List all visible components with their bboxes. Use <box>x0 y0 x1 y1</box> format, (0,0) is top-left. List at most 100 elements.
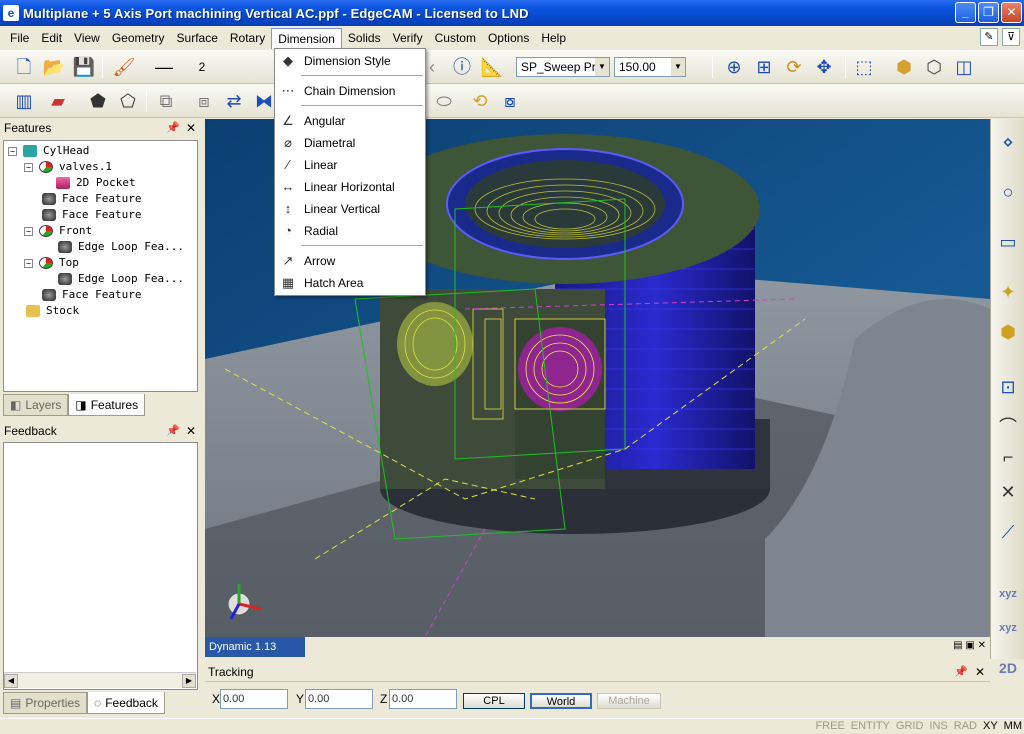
tile-icon[interactable]: ▤ <box>953 640 962 651</box>
tree-item[interactable]: Edge Loop Fea... <box>58 239 184 255</box>
pocket-feature-icon[interactable]: ▰ <box>46 89 70 113</box>
trim-icon[interactable]: ✕ <box>995 479 1021 505</box>
feedback-area[interactable] <box>3 442 198 690</box>
tree-item[interactable]: Face Feature <box>42 191 141 207</box>
menu-edit[interactable]: Edit <box>35 28 68 48</box>
x-coordinate-field[interactable]: 0.00 <box>220 689 288 709</box>
collapse-toggle-icon[interactable]: − <box>24 162 33 172</box>
restore-icon[interactable]: ▣ <box>965 640 974 651</box>
menu-geometry[interactable]: Geometry <box>106 28 171 48</box>
tree-item[interactable]: Face Feature <box>42 207 141 223</box>
color-picker-icon[interactable]: 🖌 <box>112 55 136 79</box>
menu-dimension[interactable]: Dimension <box>271 27 342 49</box>
break-icon[interactable]: ⟋ <box>995 519 1021 545</box>
menu-help[interactable]: Help <box>535 28 572 48</box>
menu-item-chain-dimension[interactable]: ⋯ Chain Dimension <box>276 81 424 101</box>
edge-loop-icon[interactable]: ⬠ <box>116 89 140 113</box>
status-grid[interactable]: GRID <box>896 720 924 732</box>
close-icon[interactable]: ✕ <box>978 640 986 651</box>
menu-item-dimension-style[interactable]: ◆ Dimension Style <box>276 51 424 71</box>
zoom-extents-icon[interactable]: ⊞ <box>752 55 776 79</box>
scroll-right-icon[interactable]: ▶ <box>182 674 196 688</box>
status-ins[interactable]: INS <box>929 720 947 732</box>
close-button[interactable]: ✕ <box>1001 2 1022 23</box>
tab-feedback[interactable]: ◌ Feedback <box>87 692 165 714</box>
wireframe-icon[interactable]: ⬡ <box>922 55 946 79</box>
rotate-view-icon[interactable]: ⟳ <box>782 55 806 79</box>
measure-icon[interactable]: 📐 <box>480 55 504 79</box>
info-icon[interactable]: ⓘ <box>450 55 474 79</box>
zoom-window-icon[interactable]: ⊕ <box>722 55 746 79</box>
point-icon[interactable]: ⋄ <box>995 129 1021 155</box>
chevron-down-icon[interactable]: ▼ <box>595 58 609 76</box>
menu-item-linear[interactable]: ⁄ Linear <box>276 155 424 175</box>
2d-mode-icon[interactable]: 2D <box>995 655 1021 681</box>
menu-item-angular[interactable]: ∠ Angular <box>276 111 424 131</box>
menu-options[interactable]: Options <box>482 28 535 48</box>
open-folder-icon[interactable]: 📂 <box>42 55 66 79</box>
tree-item[interactable]: 2D Pocket <box>56 175 136 191</box>
stock-icon[interactable]: ⧉ <box>154 89 178 113</box>
app-icon[interactable]: e <box>3 5 19 21</box>
mirror-icon[interactable]: ⧓ <box>252 89 276 113</box>
group-icon[interactable]: ⧇ <box>498 89 522 113</box>
tree-item[interactable]: − Front <box>24 223 92 239</box>
save-icon[interactable]: 💾 <box>72 55 96 79</box>
horizontal-scrollbar[interactable]: ◀ ▶ <box>4 672 196 688</box>
snap-point-icon[interactable]: ✦ <box>995 279 1021 305</box>
menu-item-radial[interactable]: ◔ Radial <box>276 221 424 241</box>
status-mm[interactable]: MM <box>1004 720 1022 732</box>
copy-icon[interactable]: ⧈ <box>192 89 216 113</box>
tree-item[interactable]: − valves.1 <box>24 159 112 175</box>
feature-finder-icon[interactable]: ▥ <box>12 89 36 113</box>
new-file-icon[interactable]: 🗋 <box>12 55 36 79</box>
menu-surface[interactable]: Surface <box>171 28 224 48</box>
xyz-coordinate-icon[interactable]: xyz <box>995 581 1021 607</box>
circle-icon[interactable]: ○ <box>995 179 1021 205</box>
tree-item[interactable]: − Top <box>24 255 79 271</box>
close-icon[interactable]: ✕ <box>186 119 196 137</box>
scroll-left-icon[interactable]: ◀ <box>4 674 18 688</box>
menu-verify[interactable]: Verify <box>387 28 429 48</box>
tab-layers[interactable]: ◧ Layers <box>3 394 69 416</box>
stock-palette-icon[interactable]: ⬢ <box>995 319 1021 345</box>
view-cube-icon[interactable]: ⬚ <box>852 55 876 79</box>
menu-rotary[interactable]: Rotary <box>224 28 271 48</box>
transform-icon[interactable]: ⇄ <box>222 89 246 113</box>
z-coordinate-field[interactable]: 0.00 <box>389 689 457 709</box>
menu-custom[interactable]: Custom <box>429 28 482 48</box>
fillet-icon[interactable]: ⌐ <box>995 444 1021 470</box>
operation-combo[interactable]: SP_Sweep Prof ▼ <box>516 57 610 77</box>
erase-icon[interactable]: ⬭ <box>432 89 456 113</box>
pin-icon[interactable]: 📌 <box>166 422 180 440</box>
status-entity[interactable]: ENTITY <box>851 720 890 732</box>
machine-button[interactable]: Machine <box>597 693 661 709</box>
menu-item-linear-vertical[interactable]: ↕ Linear Vertical <box>276 199 424 219</box>
status-rad[interactable]: RAD <box>954 720 977 732</box>
value-combo[interactable]: 150.00 ▼ <box>614 57 686 77</box>
world-button[interactable]: World <box>530 693 592 709</box>
menu-item-hatch-area[interactable]: ▦ Hatch Area <box>276 273 424 293</box>
line-style-icon[interactable]: — <box>152 55 176 79</box>
close-icon[interactable]: ✕ <box>186 422 196 440</box>
pin-icon[interactable]: 📌 <box>166 119 180 137</box>
tab-features[interactable]: ◨ Features <box>68 394 146 416</box>
menu-item-arrow[interactable]: ↗ Arrow <box>276 251 424 271</box>
shaded-solid-icon[interactable]: ⬢ <box>892 55 916 79</box>
menu-file[interactable]: File <box>4 28 35 48</box>
filter-icon[interactable]: ⊽ <box>1002 28 1020 46</box>
offset-icon[interactable]: ⊡ <box>995 374 1021 400</box>
menu-item-linear-horizontal[interactable]: ↔ Linear Horizontal <box>276 177 424 197</box>
collapse-toggle-icon[interactable]: − <box>24 226 33 236</box>
minimize-button[interactable]: _ <box>955 2 976 23</box>
line-width-value[interactable]: 2 <box>190 55 214 79</box>
rectangle-icon[interactable]: ▭ <box>995 229 1021 255</box>
arc-icon[interactable]: ⌒ <box>995 414 1021 440</box>
tree-item[interactable]: Stock <box>26 303 79 319</box>
regenerate-icon[interactable]: ⟲ <box>468 89 492 113</box>
tab-properties[interactable]: ▤ Properties <box>3 692 88 714</box>
y-coordinate-field[interactable]: 0.00 <box>305 689 373 709</box>
close-icon[interactable]: ✕ <box>975 662 985 682</box>
collapse-toggle-icon[interactable]: − <box>24 258 33 268</box>
pen-icon[interactable]: ✎ <box>980 28 998 46</box>
